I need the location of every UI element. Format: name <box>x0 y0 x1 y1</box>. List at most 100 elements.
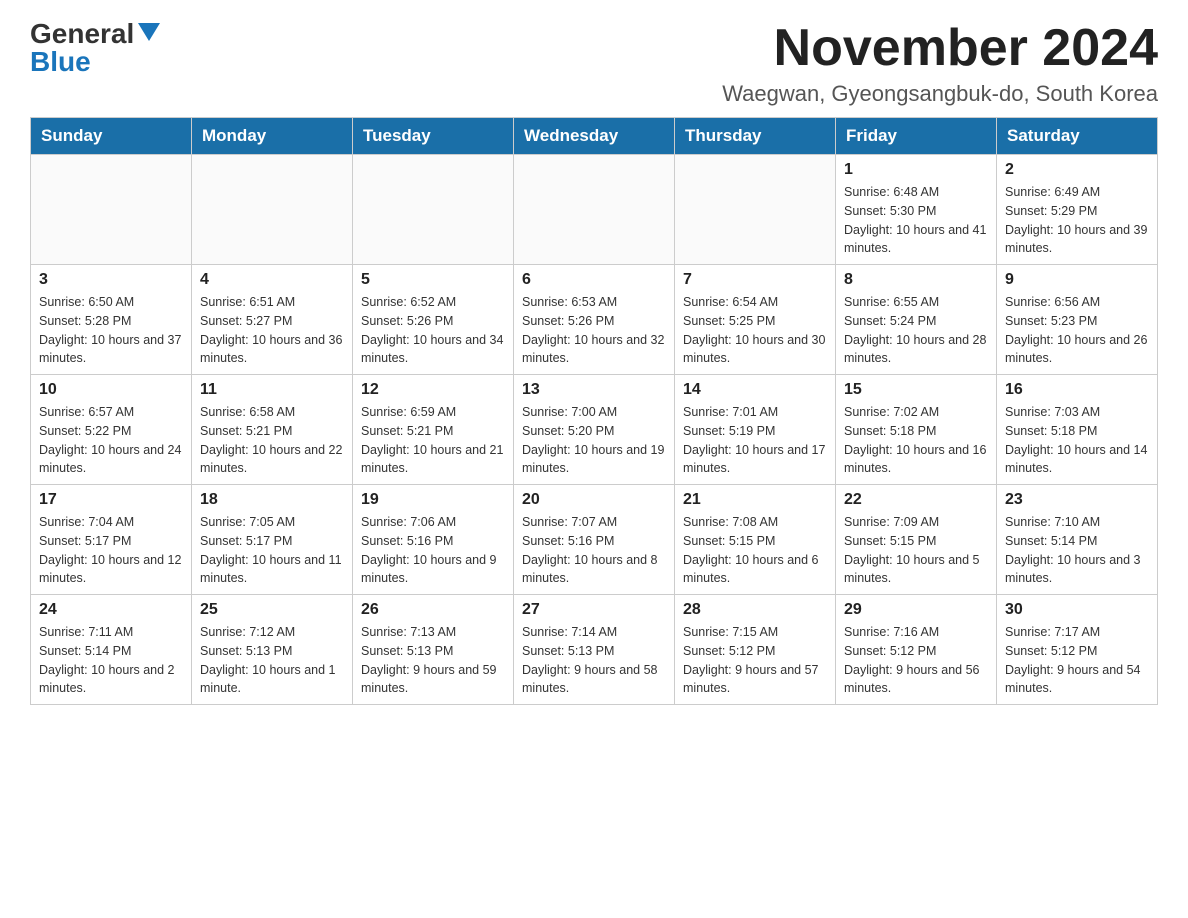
calendar-cell: 15 Sunrise: 7:02 AMSunset: 5:18 PMDayligh… <box>836 375 997 485</box>
calendar-cell: 11Sunrise: 6:58 AMSunset: 5:21 PMDayligh… <box>192 375 353 485</box>
calendar-cell: 21 Sunrise: 7:08 AMSunset: 5:15 PMDayligh… <box>675 485 836 595</box>
day-info: Sunrise: 7:06 AMSunset: 5:16 PMDaylight:… <box>361 513 505 588</box>
day-info: Sunrise: 6:56 AMSunset: 5:23 PMDaylight:… <box>1005 293 1149 368</box>
calendar-cell <box>31 155 192 265</box>
calendar-cell <box>192 155 353 265</box>
calendar-cell: 17 Sunrise: 7:04 AMSunset: 5:17 PMDayligh… <box>31 485 192 595</box>
day-info: Sunrise: 7:00 AMSunset: 5:20 PMDaylight:… <box>522 403 666 478</box>
day-number: 28 <box>683 601 827 619</box>
calendar-cell: 26 Sunrise: 7:13 AMSunset: 5:13 PMDayligh… <box>353 595 514 705</box>
week-row-5: 24 Sunrise: 7:11 AMSunset: 5:14 PMDayligh… <box>31 595 1158 705</box>
day-number: 20 <box>522 491 666 509</box>
day-info: Sunrise: 7:07 AMSunset: 5:16 PMDaylight:… <box>522 513 666 588</box>
logo-blue-text: Blue <box>30 48 91 76</box>
day-number: 11 <box>200 381 344 399</box>
weekday-header-monday: Monday <box>192 118 353 155</box>
day-info: Sunrise: 7:03 AMSunset: 5:18 PMDaylight:… <box>1005 403 1149 478</box>
calendar-cell: 22 Sunrise: 7:09 AMSunset: 5:15 PMDayligh… <box>836 485 997 595</box>
calendar-cell: 8Sunrise: 6:55 AMSunset: 5:24 PMDaylight… <box>836 265 997 375</box>
calendar-cell: 30Sunrise: 7:17 AMSunset: 5:12 PMDayligh… <box>997 595 1158 705</box>
day-info: Sunrise: 6:57 AMSunset: 5:22 PMDaylight:… <box>39 403 183 478</box>
weekday-header-sunday: Sunday <box>31 118 192 155</box>
day-number: 26 <box>361 601 505 619</box>
day-info: Sunrise: 7:10 AMSunset: 5:14 PMDaylight:… <box>1005 513 1149 588</box>
day-number: 10 <box>39 381 183 399</box>
day-number: 5 <box>361 271 505 289</box>
day-info: Sunrise: 7:11 AMSunset: 5:14 PMDaylight:… <box>39 623 183 698</box>
day-info: Sunrise: 6:50 AMSunset: 5:28 PMDaylight:… <box>39 293 183 368</box>
calendar-cell: 25 Sunrise: 7:12 AMSunset: 5:13 PMDayligh… <box>192 595 353 705</box>
day-info: Sunrise: 6:48 AMSunset: 5:30 PMDaylight:… <box>844 183 988 258</box>
day-number: 3 <box>39 271 183 289</box>
day-info: Sunrise: 6:49 AMSunset: 5:29 PMDaylight:… <box>1005 183 1149 258</box>
day-number: 22 <box>844 491 988 509</box>
day-info: Sunrise: 6:53 AMSunset: 5:26 PMDaylight:… <box>522 293 666 368</box>
day-number: 25 <box>200 601 344 619</box>
calendar-cell: 19 Sunrise: 7:06 AMSunset: 5:16 PMDayligh… <box>353 485 514 595</box>
day-number: 9 <box>1005 271 1149 289</box>
day-number: 21 <box>683 491 827 509</box>
day-info: Sunrise: 7:12 AMSunset: 5:13 PMDaylight:… <box>200 623 344 698</box>
day-info: Sunrise: 6:54 AMSunset: 5:25 PMDaylight:… <box>683 293 827 368</box>
calendar-cell: 2 Sunrise: 6:49 AMSunset: 5:29 PMDaylight… <box>997 155 1158 265</box>
day-info: Sunrise: 7:04 AMSunset: 5:17 PMDaylight:… <box>39 513 183 588</box>
day-number: 27 <box>522 601 666 619</box>
month-year-title: November 2024 <box>722 20 1158 77</box>
calendar-cell: 24 Sunrise: 7:11 AMSunset: 5:14 PMDayligh… <box>31 595 192 705</box>
week-row-3: 10 Sunrise: 6:57 AMSunset: 5:22 PMDayligh… <box>31 375 1158 485</box>
weekday-header-row: SundayMondayTuesdayWednesdayThursdayFrid… <box>31 118 1158 155</box>
day-number: 18 <box>200 491 344 509</box>
header: General Blue November 2024 Waegwan, Gyeo… <box>30 20 1158 107</box>
day-info: Sunrise: 7:05 AMSunset: 5:17 PMDaylight:… <box>200 513 344 588</box>
calendar-cell: 23Sunrise: 7:10 AMSunset: 5:14 PMDayligh… <box>997 485 1158 595</box>
day-number: 15 <box>844 381 988 399</box>
calendar-cell: 10 Sunrise: 6:57 AMSunset: 5:22 PMDayligh… <box>31 375 192 485</box>
calendar-cell: 13 Sunrise: 7:00 AMSunset: 5:20 PMDayligh… <box>514 375 675 485</box>
day-number: 4 <box>200 271 344 289</box>
week-row-2: 3 Sunrise: 6:50 AMSunset: 5:28 PMDaylight… <box>31 265 1158 375</box>
calendar-cell <box>353 155 514 265</box>
day-info: Sunrise: 7:13 AMSunset: 5:13 PMDaylight:… <box>361 623 505 698</box>
day-info: Sunrise: 7:08 AMSunset: 5:15 PMDaylight:… <box>683 513 827 588</box>
day-number: 7 <box>683 271 827 289</box>
day-info: Sunrise: 7:14 AMSunset: 5:13 PMDaylight:… <box>522 623 666 698</box>
weekday-header-friday: Friday <box>836 118 997 155</box>
day-info: Sunrise: 7:17 AMSunset: 5:12 PMDaylight:… <box>1005 623 1149 698</box>
calendar-cell: 28 Sunrise: 7:15 AMSunset: 5:12 PMDayligh… <box>675 595 836 705</box>
week-row-4: 17 Sunrise: 7:04 AMSunset: 5:17 PMDayligh… <box>31 485 1158 595</box>
calendar-cell: 4Sunrise: 6:51 AMSunset: 5:27 PMDaylight… <box>192 265 353 375</box>
day-number: 6 <box>522 271 666 289</box>
location-subtitle: Waegwan, Gyeongsangbuk-do, South Korea <box>722 81 1158 107</box>
day-info: Sunrise: 7:09 AMSunset: 5:15 PMDaylight:… <box>844 513 988 588</box>
day-info: Sunrise: 7:15 AMSunset: 5:12 PMDaylight:… <box>683 623 827 698</box>
day-info: Sunrise: 7:16 AMSunset: 5:12 PMDaylight:… <box>844 623 988 698</box>
calendar-cell: 3 Sunrise: 6:50 AMSunset: 5:28 PMDaylight… <box>31 265 192 375</box>
day-number: 13 <box>522 381 666 399</box>
calendar-table: SundayMondayTuesdayWednesdayThursdayFrid… <box>30 117 1158 705</box>
calendar-cell: 16Sunrise: 7:03 AMSunset: 5:18 PMDayligh… <box>997 375 1158 485</box>
day-number: 2 <box>1005 161 1149 179</box>
weekday-header-saturday: Saturday <box>997 118 1158 155</box>
week-row-1: 1Sunrise: 6:48 AMSunset: 5:30 PMDaylight… <box>31 155 1158 265</box>
day-number: 8 <box>844 271 988 289</box>
day-number: 24 <box>39 601 183 619</box>
day-number: 19 <box>361 491 505 509</box>
calendar-cell: 9 Sunrise: 6:56 AMSunset: 5:23 PMDaylight… <box>997 265 1158 375</box>
title-area: November 2024 Waegwan, Gyeongsangbuk-do,… <box>722 20 1158 107</box>
calendar-cell: 1Sunrise: 6:48 AMSunset: 5:30 PMDaylight… <box>836 155 997 265</box>
weekday-header-wednesday: Wednesday <box>514 118 675 155</box>
day-info: Sunrise: 7:01 AMSunset: 5:19 PMDaylight:… <box>683 403 827 478</box>
calendar-cell: 18 Sunrise: 7:05 AMSunset: 5:17 PMDayligh… <box>192 485 353 595</box>
day-number: 14 <box>683 381 827 399</box>
calendar-cell: 27 Sunrise: 7:14 AMSunset: 5:13 PMDayligh… <box>514 595 675 705</box>
logo-general-text: General <box>30 20 134 48</box>
calendar-cell <box>514 155 675 265</box>
day-number: 12 <box>361 381 505 399</box>
calendar-cell: 6 Sunrise: 6:53 AMSunset: 5:26 PMDaylight… <box>514 265 675 375</box>
calendar-cell: 29 Sunrise: 7:16 AMSunset: 5:12 PMDayligh… <box>836 595 997 705</box>
day-info: Sunrise: 6:52 AMSunset: 5:26 PMDaylight:… <box>361 293 505 368</box>
day-number: 29 <box>844 601 988 619</box>
day-info: Sunrise: 6:59 AMSunset: 5:21 PMDaylight:… <box>361 403 505 478</box>
day-info: Sunrise: 7:02 AMSunset: 5:18 PMDaylight:… <box>844 403 988 478</box>
day-number: 17 <box>39 491 183 509</box>
